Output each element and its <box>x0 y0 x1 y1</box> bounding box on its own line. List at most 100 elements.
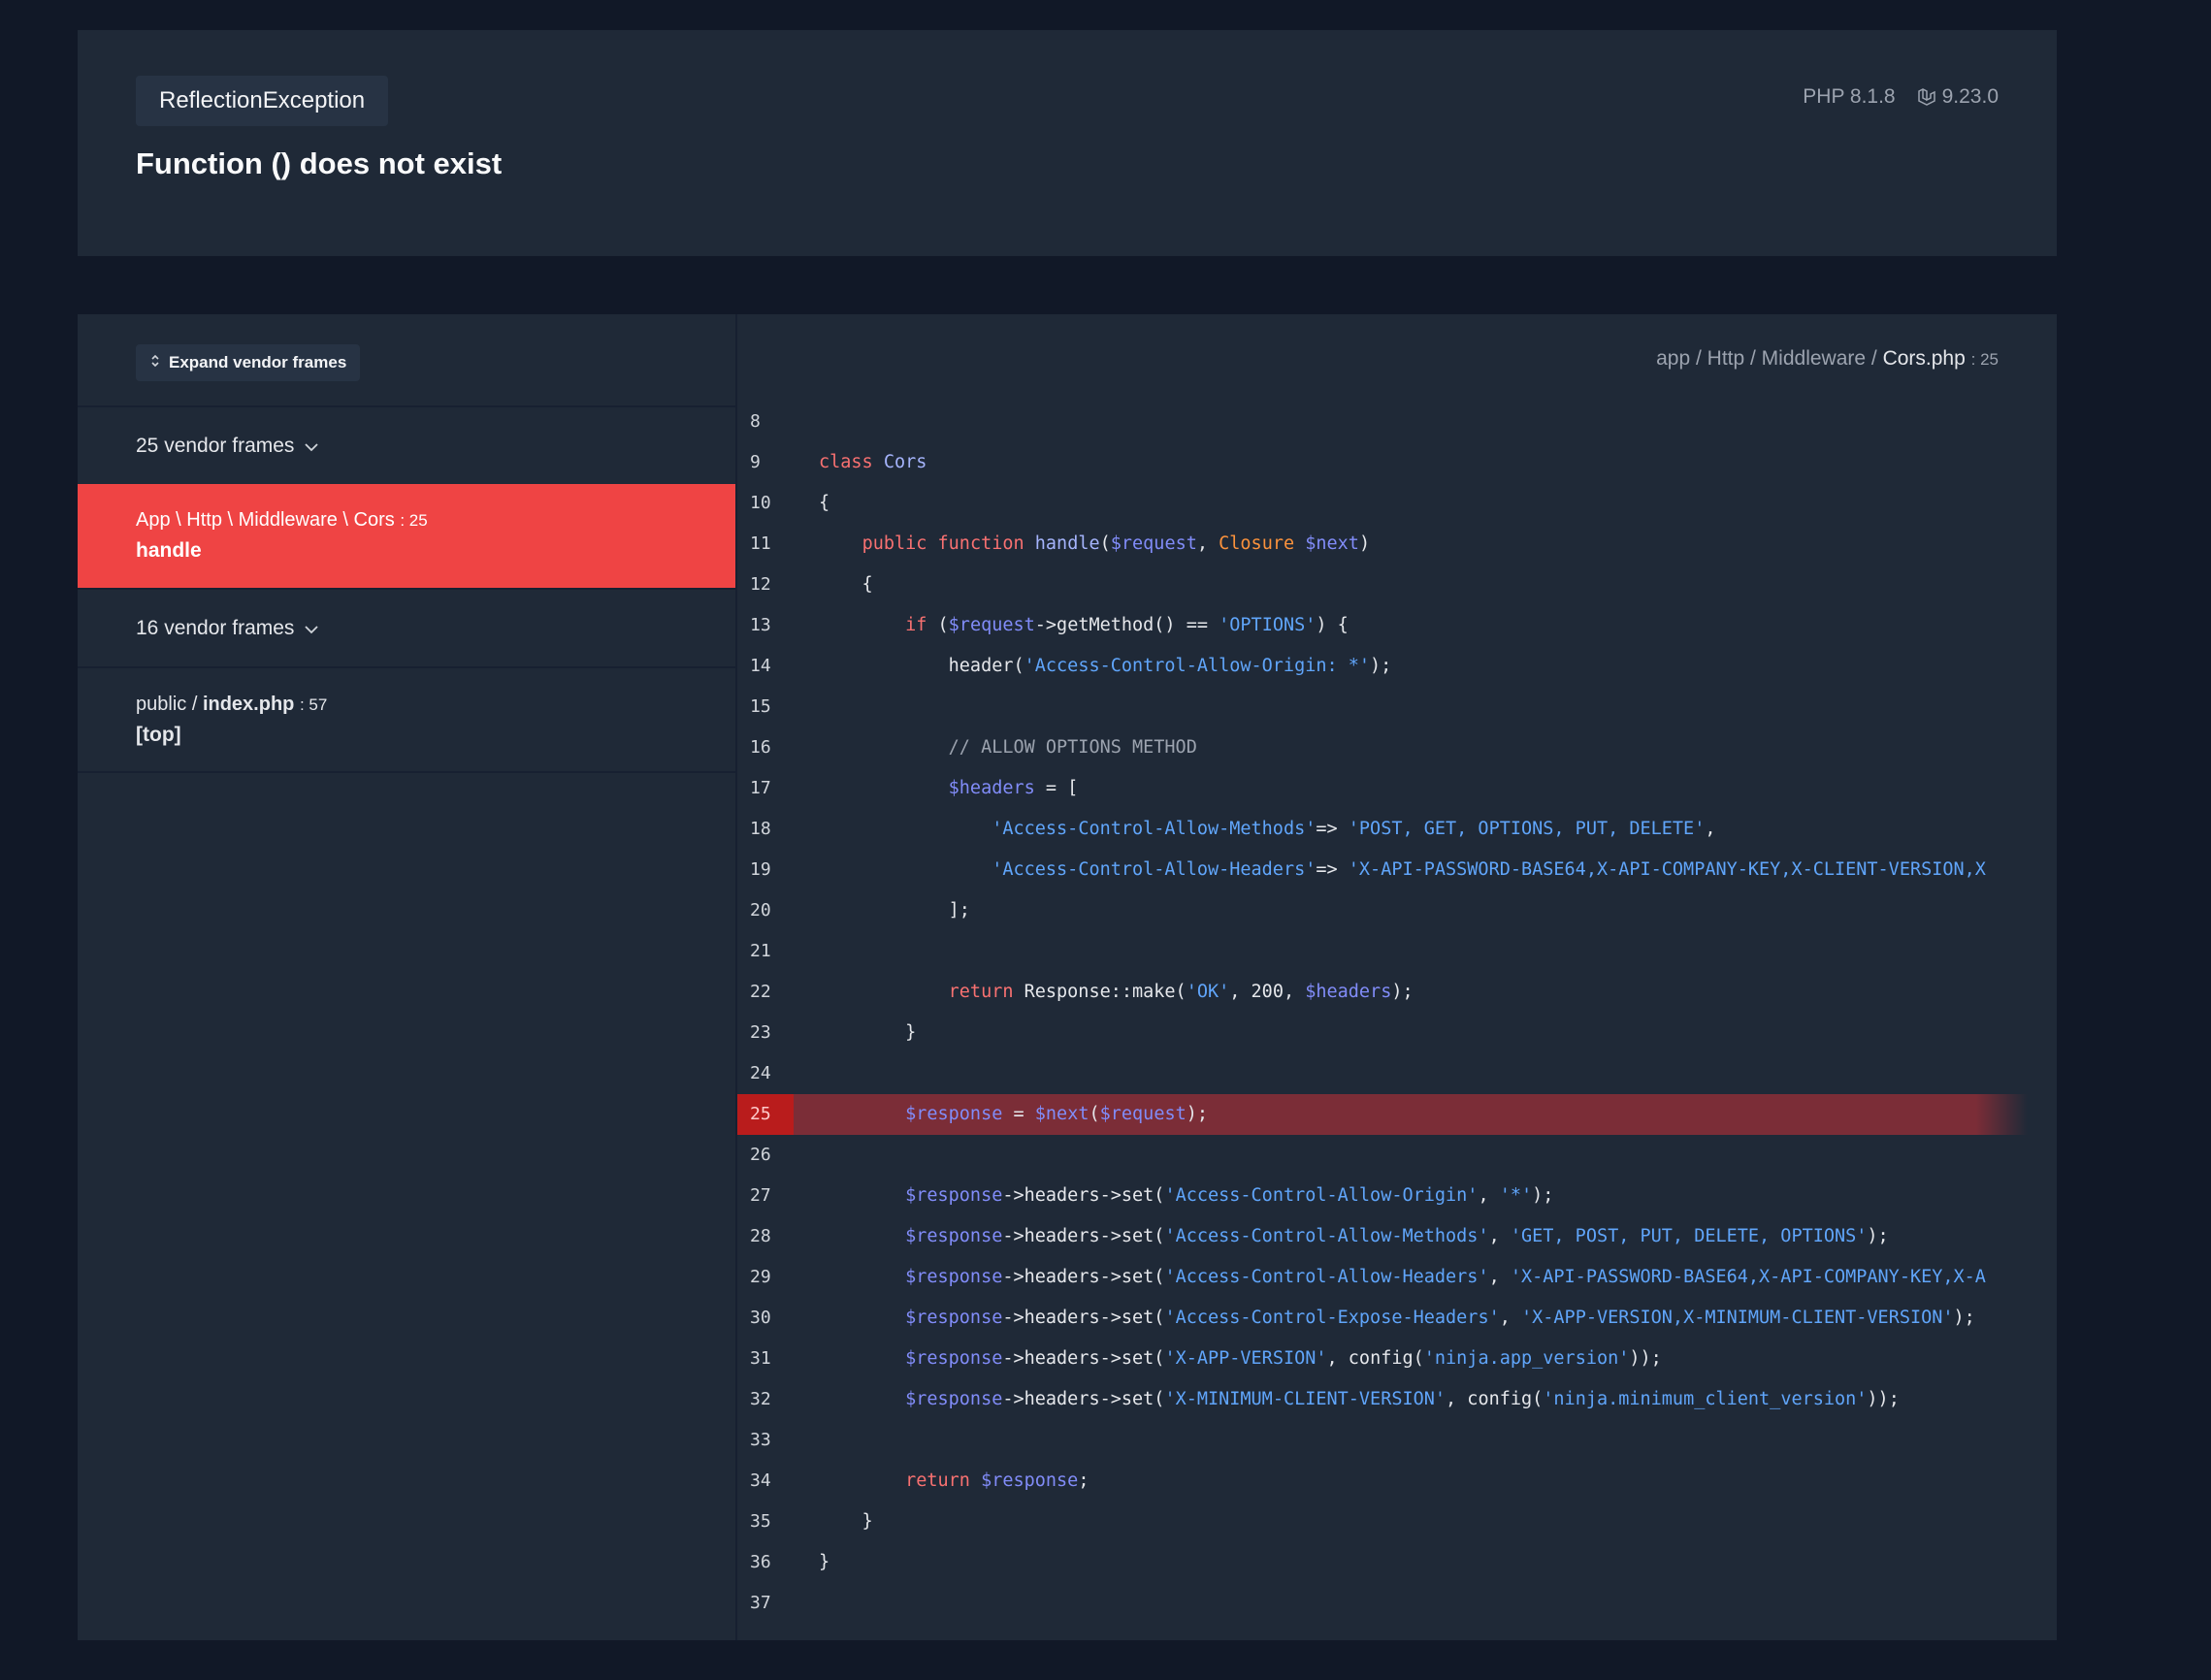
line-number: 15 <box>750 696 771 717</box>
line-code: return $response; <box>905 1470 1089 1491</box>
code-line[interactable]: 27 $response->headers->set('Access-Contr… <box>737 1176 2028 1216</box>
code-line[interactable]: 26 <box>737 1135 2028 1176</box>
file-line: : 25 <box>1970 350 1999 369</box>
code-line[interactable]: 13 if ($request->getMethod() == 'OPTIONS… <box>737 605 2028 646</box>
code-line[interactable]: 33 <box>737 1420 2028 1461</box>
expand-vendor-frames-button[interactable]: Expand vendor frames <box>136 344 361 381</box>
code-line[interactable]: 16 // ALLOW OPTIONS METHOD <box>737 727 2028 768</box>
line-code: } <box>819 1511 873 1532</box>
line-code: $response->headers->set('Access-Control-… <box>905 1267 1986 1287</box>
line-code: $response->headers->set('Access-Control-… <box>905 1308 1975 1328</box>
line-number: 31 <box>750 1348 771 1369</box>
code-line[interactable]: 21 <box>737 931 2028 972</box>
line-number: 32 <box>750 1389 771 1409</box>
line-number: 12 <box>750 574 771 595</box>
line-number: 29 <box>750 1267 771 1287</box>
exception-class-badge[interactable]: ReflectionException <box>136 76 389 126</box>
frame-method: handle <box>136 539 202 562</box>
code-line[interactable]: 28 $response->headers->set('Access-Contr… <box>737 1216 2028 1257</box>
chevron-down-icon <box>304 617 319 640</box>
vendor-frames-group-1[interactable]: 25 vendor frames <box>78 405 735 484</box>
line-number: 13 <box>750 615 771 635</box>
line-code: ]; <box>819 900 970 921</box>
line-code: $response->headers->set('X-MINIMUM-CLIEN… <box>905 1389 1900 1409</box>
code-line[interactable]: 15 <box>737 687 2028 727</box>
vendor-frames-group-2[interactable]: 16 vendor frames <box>78 588 735 666</box>
line-number: 30 <box>750 1308 771 1328</box>
version-info: PHP 8.1.8 9.23.0 <box>1803 85 1999 109</box>
code-line[interactable]: 32 $response->headers->set('X-MINIMUM-CL… <box>737 1379 2028 1420</box>
code-line[interactable]: 18 'Access-Control-Allow-Methods'=> 'POS… <box>737 809 2028 850</box>
frame-method: [top] <box>136 724 181 746</box>
vendor-frames-label: 16 vendor frames <box>136 616 295 639</box>
frame-line-number: : 57 <box>299 695 328 714</box>
line-code: } <box>819 1552 830 1572</box>
line-number: 8 <box>750 411 761 432</box>
app-frame-index[interactable]: public / index.php : 57 [top] <box>78 666 735 773</box>
line-number: 24 <box>750 1063 771 1083</box>
code-line[interactable]: 11 public function handle($request, Clos… <box>737 524 2028 565</box>
line-number: 16 <box>750 737 771 758</box>
php-version: PHP 8.1.8 <box>1803 85 1896 108</box>
line-code: class Cors <box>819 452 927 472</box>
line-number: 23 <box>750 1022 771 1043</box>
code-line[interactable]: 14 header('Access-Control-Allow-Origin: … <box>737 646 2028 687</box>
code-line[interactable]: 20 ]; <box>737 890 2028 931</box>
code-line[interactable]: 12 { <box>737 565 2028 605</box>
line-code: $headers = [ <box>948 778 1079 798</box>
code-line[interactable]: 31 $response->headers->set('X-APP-VERSIO… <box>737 1339 2028 1379</box>
line-code: public function handle($request, Closure… <box>862 533 1371 554</box>
frames-sidebar: Expand vendor frames 25 vendor frames Ap… <box>78 314 737 1640</box>
line-number: 21 <box>750 941 771 961</box>
file-dir: app / Http / Middleware / <box>1656 347 1883 370</box>
line-number: 36 <box>750 1552 771 1572</box>
line-code: // ALLOW OPTIONS METHOD <box>819 737 1197 758</box>
file-path-link[interactable]: app / Http / Middleware / Cors.php : 25 <box>1656 347 1999 371</box>
line-number: 26 <box>750 1145 771 1165</box>
code-line-highlighted[interactable]: 25 $response = $next($request); <box>737 1094 2028 1135</box>
code-line[interactable]: 9 class Cors <box>737 442 2028 483</box>
line-number: 34 <box>750 1470 771 1491</box>
line-number: 19 <box>750 859 771 880</box>
line-code: $response = $next($request); <box>905 1104 1209 1124</box>
code-line[interactable]: 22 return Response::make('OK', 200, $hea… <box>737 972 2028 1013</box>
code-line[interactable]: 17 $headers = [ <box>737 768 2028 809</box>
code-line[interactable]: 35 } <box>737 1502 2028 1542</box>
code-line[interactable]: 36} <box>737 1542 2028 1583</box>
line-number: 10 <box>750 493 771 513</box>
line-code: if ($request->getMethod() == 'OPTIONS') … <box>905 615 1349 635</box>
code-line[interactable]: 37 <box>737 1583 2028 1624</box>
line-code: return Response::make('OK', 200, $header… <box>948 982 1414 1002</box>
code-line[interactable]: 8 <box>737 402 2028 442</box>
code-line[interactable]: 10 { <box>737 483 2028 524</box>
code-line[interactable]: 29 $response->headers->set('Access-Contr… <box>737 1257 2028 1298</box>
line-number: 37 <box>750 1593 771 1613</box>
frame-class-path: App \ Http \ Middleware \ Cors <box>136 509 395 531</box>
app-frame-cors-selected[interactable]: App \ Http \ Middleware \ Cors : 25 hand… <box>78 484 735 588</box>
expand-icon <box>149 353 161 373</box>
code-line[interactable]: 34 return $response; <box>737 1461 2028 1502</box>
code-line[interactable]: 24 <box>737 1053 2028 1094</box>
code-line[interactable]: 30 $response->headers->set('Access-Contr… <box>737 1298 2028 1339</box>
code-line[interactable]: 19 'Access-Control-Allow-Headers'=> 'X-A… <box>737 850 2028 890</box>
line-number: 9 <box>750 452 761 472</box>
vendor-frames-label: 25 vendor frames <box>136 434 295 457</box>
line-code: $response->headers->set('Access-Control-… <box>905 1226 1889 1246</box>
line-number: 25 <box>737 1094 794 1135</box>
frame-file-name: index.php <box>202 694 295 715</box>
laravel-version: 9.23.0 <box>1941 85 1999 108</box>
frame-path: public / index.php : 57 <box>136 694 735 716</box>
line-number: 28 <box>750 1226 771 1246</box>
line-code: } <box>819 1022 917 1043</box>
line-code: header('Access-Control-Allow-Origin: *')… <box>819 656 1392 676</box>
code-line[interactable]: 23 } <box>737 1013 2028 1053</box>
code-viewer: app / Http / Middleware / Cors.php : 25 … <box>737 314 2057 1640</box>
chevron-down-icon <box>304 435 319 458</box>
line-number: 11 <box>750 533 771 554</box>
frame-path-prefix: public / <box>136 694 203 715</box>
